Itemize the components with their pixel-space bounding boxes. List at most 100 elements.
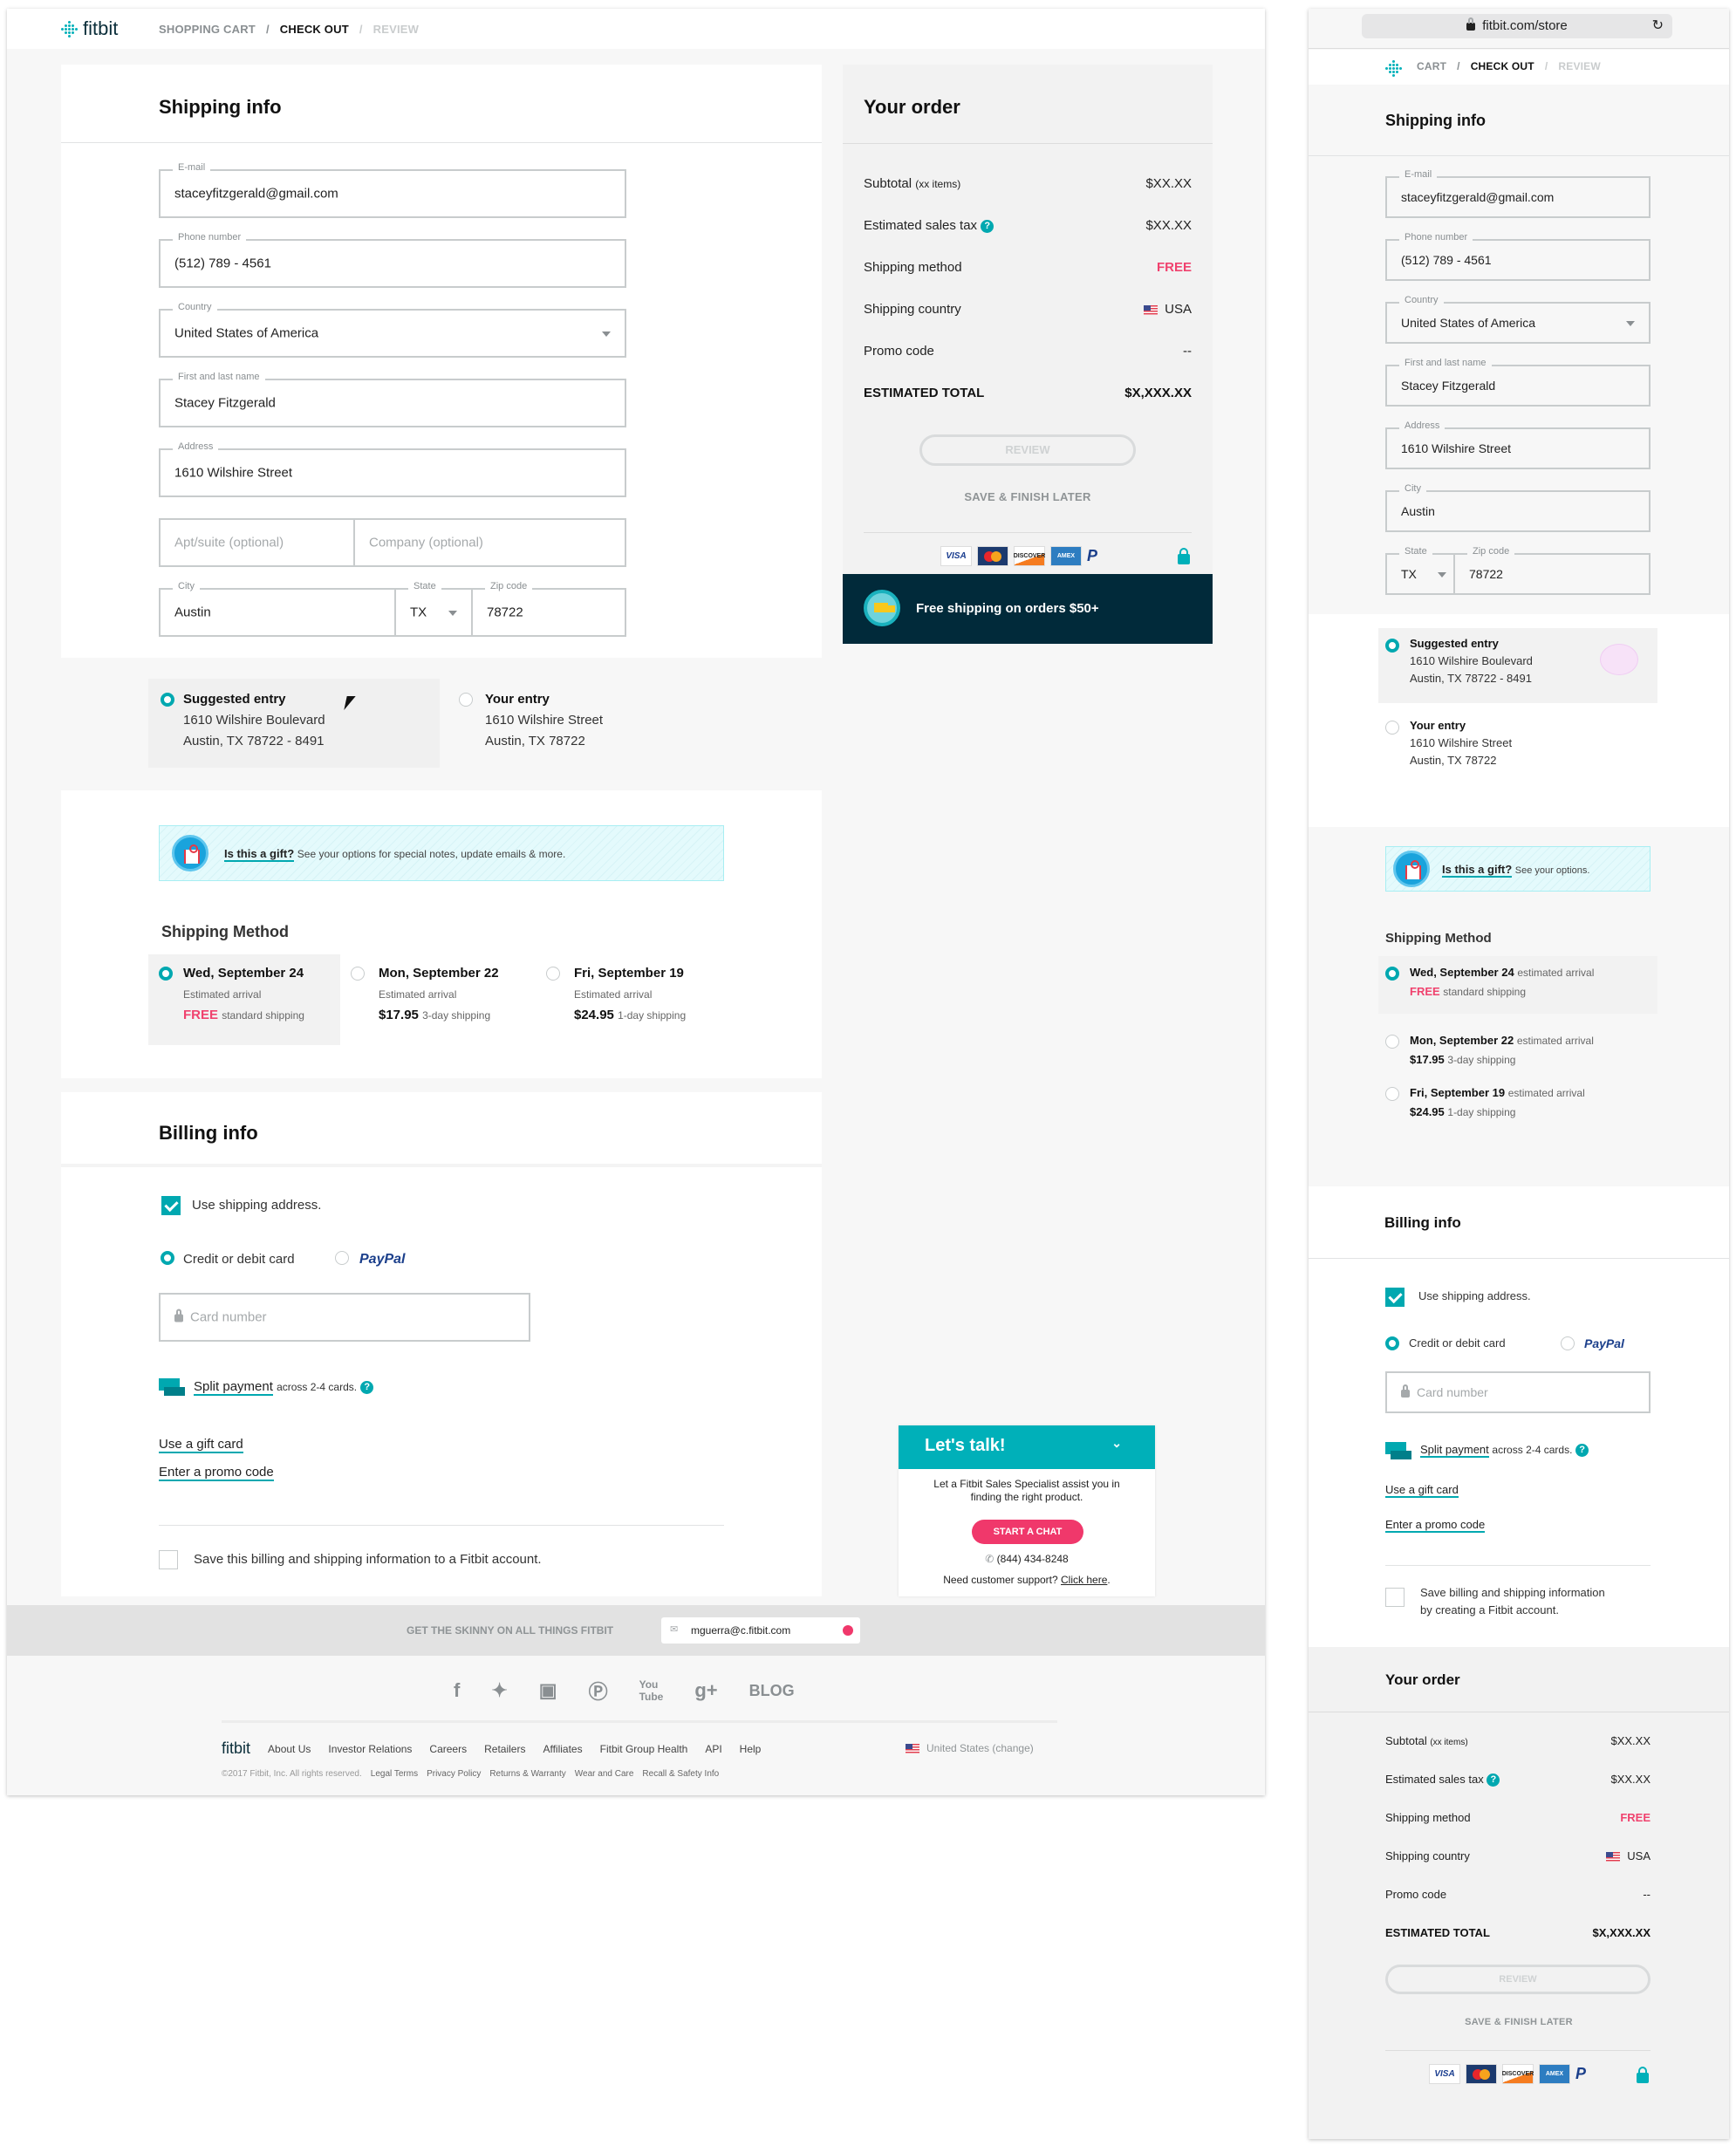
legal-link[interactable]: Wear and Care xyxy=(575,1769,634,1779)
country-select[interactable]: Country United States of America xyxy=(1385,295,1651,344)
support-link[interactable]: Click here xyxy=(1061,1574,1107,1586)
paypal-radio[interactable] xyxy=(1561,1336,1575,1350)
shipping-option-standard[interactable]: Wed, September 24 Estimated arrival FREE… xyxy=(148,954,340,1045)
name-field[interactable]: First and last name Stacey Fitzgerald xyxy=(1385,358,1651,407)
chat-phone[interactable]: ✆ (844) 434-8248 xyxy=(899,1553,1155,1565)
save-info-checkbox[interactable] xyxy=(1385,1588,1405,1607)
gift-link[interactable]: Is this a gift? xyxy=(224,847,295,862)
save-info-checkbox[interactable] xyxy=(159,1550,178,1569)
footer-link[interactable]: API xyxy=(705,1743,721,1755)
address-field[interactable]: Address 1610 Wilshire Street xyxy=(159,441,626,497)
use-gift-card-link[interactable]: Use a gift card xyxy=(1385,1483,1459,1498)
gift-link[interactable]: Is this a gift? xyxy=(1442,863,1513,878)
footer-fitbit-logo[interactable]: fitbit xyxy=(222,1739,250,1758)
help-icon[interactable]: ? xyxy=(981,219,994,233)
chevron-down-icon[interactable]: ⌄ xyxy=(1111,1436,1122,1451)
company-field[interactable]: Company (optional) xyxy=(353,518,626,567)
legal-link[interactable]: Recall & Safety Info xyxy=(642,1769,719,1779)
help-icon[interactable]: ? xyxy=(1487,1774,1500,1787)
google-plus-icon[interactable]: g+ xyxy=(694,1679,717,1702)
breadcrumb-shopping-cart[interactable]: SHOPPING CART xyxy=(159,23,256,36)
newsletter-email-input[interactable]: ✉ mguerra@c.fitbit.com xyxy=(661,1617,860,1644)
gift-banner[interactable]: Is this a gift? See your options. xyxy=(1385,846,1651,892)
shipping-option-radio[interactable] xyxy=(1385,1035,1399,1049)
help-icon[interactable]: ? xyxy=(1575,1444,1589,1458)
legal-link[interactable]: Legal Terms xyxy=(371,1769,418,1779)
email-field[interactable]: E-mail staceyfitzgerald@gmail.com xyxy=(1385,169,1651,218)
enter-promo-code-link[interactable]: Enter a promo code xyxy=(159,1465,274,1481)
instagram-icon[interactable]: ▣ xyxy=(539,1679,557,1702)
submit-arrow-icon[interactable] xyxy=(843,1625,853,1636)
suggested-entry-radio[interactable] xyxy=(161,693,174,707)
shipping-option-standard[interactable]: Wed, September 24 estimated arrival FREE… xyxy=(1378,956,1657,1014)
shipping-option-3day[interactable]: Mon, September 22 estimated arrival $17.… xyxy=(1378,1026,1657,1078)
paypal-radio[interactable] xyxy=(335,1251,349,1265)
address-field[interactable]: Address 1610 Wilshire Street xyxy=(1385,420,1651,469)
email-field[interactable]: E-mail staceyfitzgerald@gmail.com xyxy=(159,162,626,218)
shipping-option-radio[interactable] xyxy=(159,967,173,981)
credit-card-radio[interactable] xyxy=(1385,1336,1399,1350)
footer-link[interactable]: Fitbit Group Health xyxy=(600,1743,688,1755)
footer-link[interactable]: Retailers xyxy=(484,1743,525,1755)
review-button[interactable]: REVIEW xyxy=(1385,1965,1651,1994)
facebook-icon[interactable]: f xyxy=(454,1679,460,1702)
suggested-entry-option[interactable]: Suggested entry 1610 Wilshire Boulevard … xyxy=(1378,628,1657,703)
shipping-option-1day[interactable]: Fri, September 19 Estimated arrival $24.… xyxy=(539,954,731,1045)
chat-header[interactable]: Let's talk! ⌄ xyxy=(899,1425,1155,1469)
card-number-field[interactable]: Card number xyxy=(159,1293,530,1342)
fitbit-dots-icon[interactable] xyxy=(1385,60,1402,77)
state-select[interactable]: State TX xyxy=(394,581,473,637)
blog-link[interactable]: BLOG xyxy=(749,1682,795,1700)
footer-link[interactable]: Help xyxy=(740,1743,762,1755)
shipping-option-radio[interactable] xyxy=(1385,967,1399,981)
breadcrumb-cart[interactable]: CART xyxy=(1417,60,1446,72)
footer-link[interactable]: Investor Relations xyxy=(328,1743,412,1755)
zip-field[interactable]: Zip code 78722 xyxy=(1453,546,1651,595)
gift-banner[interactable]: Is this a gift? See your options for spe… xyxy=(159,825,724,881)
use-shipping-address-checkbox[interactable] xyxy=(161,1196,181,1215)
enter-promo-code-link[interactable]: Enter a promo code xyxy=(1385,1518,1486,1533)
footer-link[interactable]: Careers xyxy=(429,1743,467,1755)
city-field[interactable]: City Austin xyxy=(159,581,396,637)
footer-link[interactable]: About Us xyxy=(268,1743,311,1755)
use-gift-card-link[interactable]: Use a gift card xyxy=(159,1437,243,1453)
shipping-option-radio[interactable] xyxy=(546,967,560,981)
country-select[interactable]: Country United States of America xyxy=(159,302,626,358)
help-icon[interactable]: ? xyxy=(360,1380,374,1394)
credit-card-radio[interactable] xyxy=(161,1251,174,1265)
phone-field[interactable]: Phone number (512) 789 - 4561 xyxy=(1385,232,1651,281)
reload-icon[interactable]: ↻ xyxy=(1652,14,1664,38)
your-entry-option[interactable]: Your entry 1610 Wilshire Street Austin, … xyxy=(450,679,712,768)
url-bar[interactable]: fitbit.com/store ↻ xyxy=(1362,14,1672,38)
save-finish-later-button[interactable]: SAVE & FINISH LATER xyxy=(1309,2017,1729,2027)
split-payment-link[interactable]: Split payment xyxy=(194,1379,273,1396)
fitbit-logo[interactable]: fitbit xyxy=(61,17,118,40)
your-entry-radio[interactable] xyxy=(459,693,473,707)
legal-link[interactable]: Returns & Warranty xyxy=(489,1769,565,1779)
shipping-option-radio[interactable] xyxy=(351,967,365,981)
shipping-option-3day[interactable]: Mon, September 22 Estimated arrival $17.… xyxy=(344,954,536,1045)
region-selector[interactable]: United States (change) xyxy=(906,1742,1034,1754)
suggested-entry-radio[interactable] xyxy=(1385,639,1399,653)
name-field[interactable]: First and last name Stacey Fitzgerald xyxy=(159,372,626,427)
save-finish-later-button[interactable]: SAVE & FINISH LATER xyxy=(843,490,1213,503)
footer-link[interactable]: Affiliates xyxy=(543,1743,582,1755)
review-button[interactable]: REVIEW xyxy=(919,434,1136,466)
suggested-entry-option[interactable]: Suggested entry 1610 Wilshire Boulevard … xyxy=(148,679,440,768)
legal-link[interactable]: Privacy Policy xyxy=(427,1769,481,1779)
shipping-option-radio[interactable] xyxy=(1385,1087,1399,1101)
apt-field[interactable]: Apt/suite (optional) xyxy=(159,518,355,567)
zip-field[interactable]: Zip code 78722 xyxy=(471,581,626,637)
twitter-icon[interactable]: ✦ xyxy=(491,1679,507,1702)
state-select[interactable]: State TX xyxy=(1385,546,1455,595)
pinterest-icon[interactable]: Ⓟ xyxy=(589,1677,608,1705)
card-number-field[interactable]: Card number xyxy=(1385,1371,1651,1413)
city-field[interactable]: City Austin xyxy=(1385,483,1651,532)
your-entry-radio[interactable] xyxy=(1385,721,1399,735)
split-payment-link[interactable]: Split payment xyxy=(1420,1443,1489,1458)
start-chat-button[interactable]: START A CHAT xyxy=(972,1520,1083,1544)
phone-field[interactable]: Phone number (512) 789 - 4561 xyxy=(159,232,626,288)
youtube-icon[interactable]: You Tube xyxy=(639,1678,664,1703)
shipping-option-1day[interactable]: Fri, September 19 estimated arrival $24.… xyxy=(1378,1078,1657,1131)
use-shipping-address-checkbox[interactable] xyxy=(1385,1288,1405,1307)
